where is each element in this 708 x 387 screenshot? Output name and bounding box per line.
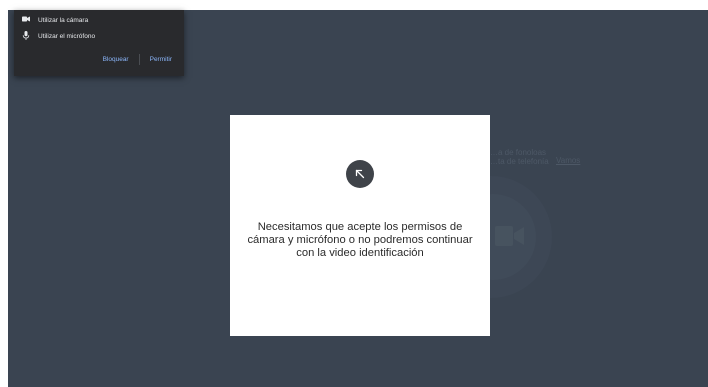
- background-hint-text: …a de fonoloas …ta de telefonía Vamos: [490, 148, 580, 166]
- camera-icon: [22, 16, 30, 24]
- arrow-up-left-icon: [346, 160, 374, 188]
- permission-popup: Utilizar la cámara Utilizar el micrófono…: [14, 10, 184, 76]
- background-hint-line-2: …ta de telefonía: [490, 157, 549, 166]
- background-hint-link[interactable]: Vamos: [556, 156, 580, 165]
- permissions-required-modal: Necesitamos que acepte los permisos de c…: [230, 115, 490, 336]
- microphone-icon: [22, 31, 30, 42]
- permission-actions: Bloquear Permitir: [103, 54, 172, 65]
- microphone-permission-label: Utilizar el micrófono: [38, 33, 96, 40]
- camera-permission-row: Utilizar la cámara: [22, 16, 88, 24]
- background-hint-line-1: …a de fonoloas: [490, 148, 547, 157]
- actions-divider: [138, 54, 140, 65]
- camera-permission-label: Utilizar la cámara: [38, 16, 89, 24]
- video-camera-icon: [495, 223, 525, 254]
- block-button[interactable]: Bloquear: [103, 56, 129, 63]
- microphone-permission-row: Utilizar el micrófono: [22, 31, 95, 42]
- allow-button[interactable]: Permitir: [150, 56, 172, 63]
- modal-message: Necesitamos que acepte los permisos de c…: [247, 221, 473, 260]
